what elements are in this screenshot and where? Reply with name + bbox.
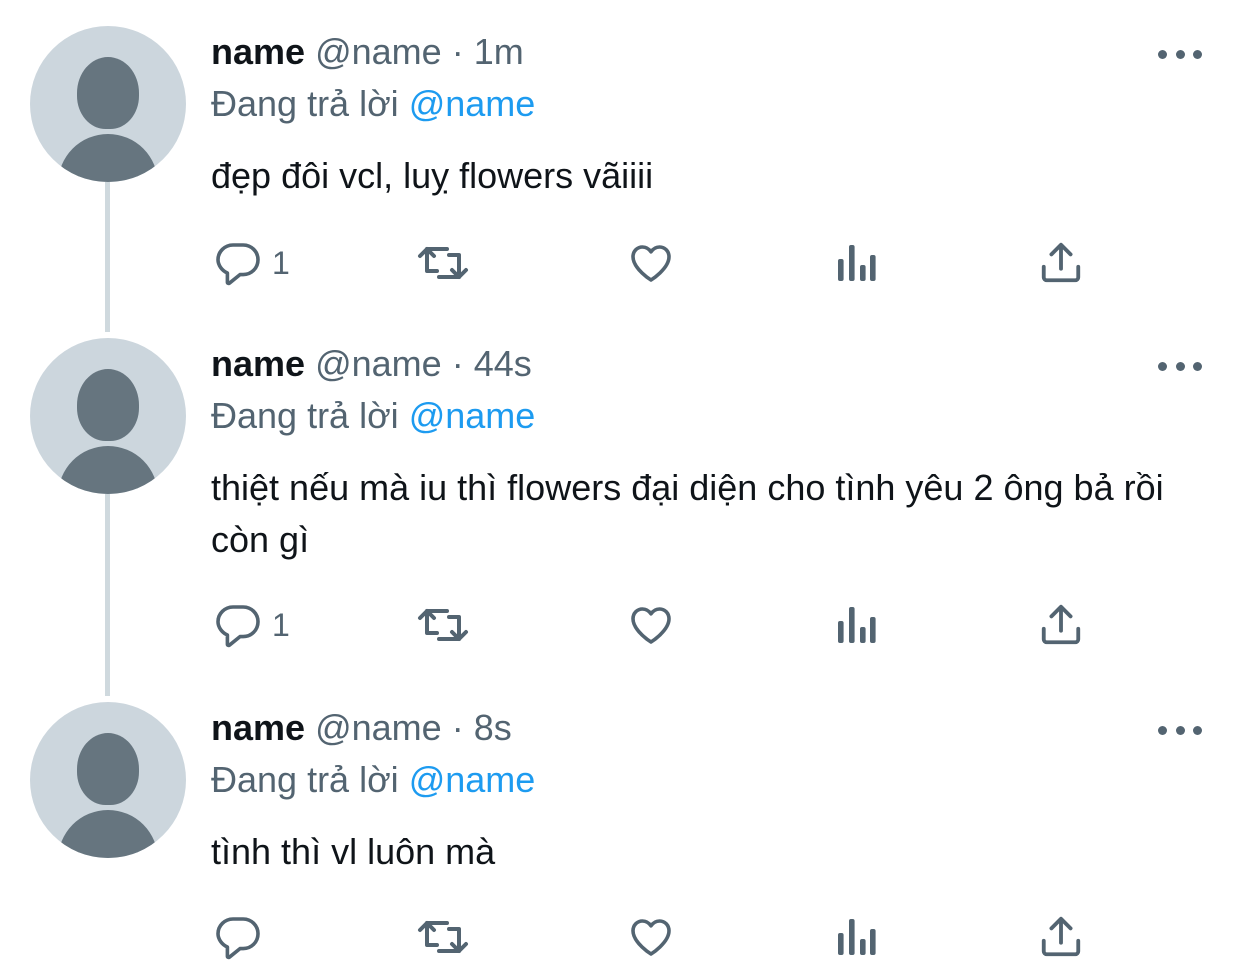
more-dot xyxy=(1175,725,1185,735)
more-dot xyxy=(1193,725,1202,735)
user-handle[interactable]: @name xyxy=(315,31,442,72)
like-button[interactable] xyxy=(626,238,676,288)
views-button[interactable] xyxy=(834,238,878,288)
tweet-text: tình thì vl luôn mà xyxy=(211,831,496,872)
heart-icon xyxy=(631,245,671,282)
thread-connector xyxy=(105,494,110,696)
retweet-icon xyxy=(418,247,468,279)
reply-button[interactable] xyxy=(214,912,262,962)
reply-icon xyxy=(216,243,260,286)
avatar-body-shape xyxy=(58,810,158,858)
heart-icon xyxy=(631,919,671,956)
share-button[interactable] xyxy=(1038,238,1084,288)
analytics-icon xyxy=(838,607,876,643)
avatar-head-shape xyxy=(77,57,139,129)
more-icon[interactable] xyxy=(1158,723,1202,737)
reply-icon xyxy=(216,917,260,960)
more-dot xyxy=(1175,49,1185,59)
more-dot xyxy=(1158,361,1167,371)
display-name[interactable]: name xyxy=(211,343,305,384)
more-dot xyxy=(1193,49,1202,59)
reply-button[interactable]: 1 xyxy=(214,238,290,288)
separator-dot: · xyxy=(451,343,464,384)
avatar[interactable] xyxy=(30,26,186,182)
share-icon xyxy=(1041,242,1081,283)
share-icon xyxy=(1041,604,1081,645)
heart-icon xyxy=(631,607,671,644)
reply-mention-link[interactable]: @name xyxy=(409,759,536,800)
tweet-header: name @name · 44s xyxy=(211,342,532,386)
more-icon[interactable] xyxy=(1158,359,1202,373)
tweet-text: thiệt nếu mà iu thì flowers đại diện cho… xyxy=(211,467,1164,560)
display-name[interactable]: name xyxy=(211,31,305,72)
like-button[interactable] xyxy=(626,600,676,650)
avatar-head-shape xyxy=(77,369,139,441)
timestamp[interactable]: 44s xyxy=(474,343,532,384)
reply-count: 1 xyxy=(272,245,290,281)
like-button[interactable] xyxy=(626,912,676,962)
reply-count: 1 xyxy=(272,607,290,643)
avatar-head-shape xyxy=(77,733,139,805)
reply-thread: name @name · 1m Đang trả lời @name đẹp đ… xyxy=(0,0,1242,978)
retweet-button[interactable] xyxy=(414,600,472,650)
user-handle[interactable]: @name xyxy=(315,707,442,748)
analytics-icon xyxy=(838,919,876,955)
share-button[interactable] xyxy=(1038,600,1084,650)
reply-mention-link[interactable]: @name xyxy=(409,395,536,436)
share-button[interactable] xyxy=(1038,912,1084,962)
separator-dot: · xyxy=(451,31,464,72)
share-icon xyxy=(1041,916,1081,957)
replying-prefix: Đang trả lời xyxy=(211,83,399,124)
timestamp[interactable]: 1m xyxy=(474,31,524,72)
tweet-header: name @name · 8s xyxy=(211,706,512,750)
tweet-text: đẹp đôi vcl, luỵ flowers vãiiii xyxy=(211,155,654,196)
display-name[interactable]: name xyxy=(211,707,305,748)
more-dot xyxy=(1158,725,1167,735)
avatar[interactable] xyxy=(30,338,186,494)
separator-dot: · xyxy=(451,707,464,748)
avatar-body-shape xyxy=(58,446,158,494)
reply-mention-link[interactable]: @name xyxy=(409,83,536,124)
avatar[interactable] xyxy=(30,702,186,858)
tweet-header: name @name · 1m xyxy=(211,30,524,74)
reply-button[interactable]: 1 xyxy=(214,600,290,650)
views-button[interactable] xyxy=(834,600,878,650)
action-bar: 1 xyxy=(0,238,1242,288)
replying-to-line: Đang trả lời @name xyxy=(211,394,535,438)
more-dot xyxy=(1175,361,1185,371)
replying-prefix: Đang trả lời xyxy=(211,759,399,800)
more-dot xyxy=(1158,49,1167,59)
replying-prefix: Đang trả lời xyxy=(211,395,399,436)
views-button[interactable] xyxy=(834,912,878,962)
user-handle[interactable]: @name xyxy=(315,343,442,384)
action-bar: 1 xyxy=(0,600,1242,650)
action-bar xyxy=(0,912,1242,962)
retweet-icon xyxy=(418,921,468,953)
retweet-button[interactable] xyxy=(414,238,472,288)
more-icon[interactable] xyxy=(1158,47,1202,61)
retweet-icon xyxy=(418,609,468,641)
retweet-button[interactable] xyxy=(414,912,472,962)
replying-to-line: Đang trả lời @name xyxy=(211,82,535,126)
reply-icon xyxy=(216,605,260,648)
analytics-icon xyxy=(838,245,876,281)
avatar-body-shape xyxy=(58,134,158,182)
more-dot xyxy=(1193,361,1202,371)
replying-to-line: Đang trả lời @name xyxy=(211,758,535,802)
timestamp[interactable]: 8s xyxy=(474,707,512,748)
